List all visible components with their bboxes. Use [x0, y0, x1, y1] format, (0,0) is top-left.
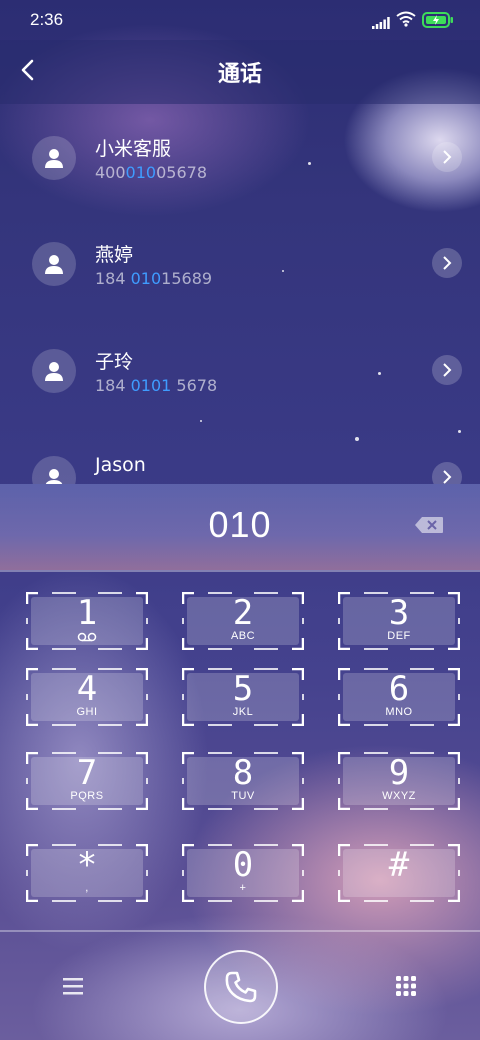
contact-number: 184 0101 5678	[95, 376, 218, 395]
menu-button[interactable]	[58, 974, 88, 998]
key-digit: 6	[388, 669, 410, 709]
chevron-right-icon	[443, 363, 452, 377]
key-5[interactable]: 5 JKL	[182, 668, 304, 726]
key-digit: 8	[232, 753, 254, 793]
key-0[interactable]: 0 +	[182, 844, 304, 902]
contact-number: 184 01015689	[95, 269, 213, 288]
contact-detail-button[interactable]	[432, 355, 462, 385]
dialpad-icon	[396, 976, 416, 996]
page-title: 通话	[217, 62, 262, 87]
contact-name: 小米客服	[95, 138, 172, 160]
key-letters: ,	[85, 882, 89, 894]
chevron-right-icon	[443, 256, 452, 270]
key-digit: 2	[232, 593, 254, 633]
backspace-icon	[415, 517, 443, 533]
key-6[interactable]: 6 MNO	[338, 668, 460, 726]
status-bar: 2:36	[0, 0, 480, 40]
key-1[interactable]: 1	[26, 592, 148, 650]
delete-button[interactable]	[414, 516, 444, 538]
contact-name: 子玲	[95, 351, 134, 373]
contact-row[interactable]: 小米客服 40001005678	[0, 104, 480, 210]
contact-detail-button[interactable]	[432, 462, 462, 484]
contact-detail-button[interactable]	[432, 248, 462, 278]
keypad: 1 2 ABC 3 DEF 4 GHI 5 JKL 6 MNO 7 PQRS 8 TUV 9 WXYZ *, 0 + #	[0, 576, 480, 926]
phone-icon	[225, 971, 257, 1003]
key-letters: WXYZ	[382, 790, 416, 802]
key-hash[interactable]: #	[338, 844, 460, 902]
key-letters: +	[239, 882, 247, 894]
person-icon	[32, 349, 76, 393]
contact-name: Jason	[95, 454, 146, 476]
bottom-bar	[0, 936, 480, 1040]
key-digit: #	[388, 845, 410, 885]
key-digit: 0	[232, 845, 254, 885]
chevron-right-icon	[443, 470, 452, 484]
key-digit: 5	[232, 669, 254, 709]
divider	[0, 570, 480, 572]
key-9[interactable]: 9 WXYZ	[338, 752, 460, 810]
key-digit: 4	[76, 669, 98, 709]
call-button[interactable]	[204, 950, 278, 1024]
contact-row[interactable]: 子玲 184 0101 5678	[0, 317, 480, 423]
person-icon	[32, 242, 76, 286]
key-letters: GHI	[76, 706, 98, 718]
person-icon	[32, 456, 76, 484]
status-time: 2:36	[30, 10, 64, 29]
chevron-right-icon	[443, 150, 452, 164]
voicemail-icon	[77, 632, 97, 642]
key-letters: JKL	[232, 706, 254, 718]
dial-display: 010	[0, 484, 480, 570]
contact-number: 40001005678	[95, 163, 207, 182]
wifi-icon	[396, 11, 416, 31]
key-3[interactable]: 3 DEF	[338, 592, 460, 650]
key-star[interactable]: *,	[26, 844, 148, 902]
key-letters: TUV	[231, 790, 255, 802]
contact-name: 燕婷	[95, 244, 134, 266]
key-letters: MNO	[385, 706, 413, 718]
contact-row[interactable]: Jason	[0, 424, 480, 484]
key-letters: PQRS	[70, 790, 104, 802]
key-letters: DEF	[387, 630, 411, 642]
title-bar: 通话	[0, 40, 480, 104]
signal-icon	[372, 14, 390, 33]
key-digit: 7	[76, 753, 98, 793]
battery-icon	[422, 12, 454, 32]
key-digit: 3	[388, 593, 410, 633]
contact-list: 小米客服 40001005678 燕婷 184 01015689 子玲 184 …	[0, 104, 480, 484]
key-7[interactable]: 7 PQRS	[26, 752, 148, 810]
key-digit: 1	[76, 593, 98, 633]
key-4[interactable]: 4 GHI	[26, 668, 148, 726]
key-2[interactable]: 2 ABC	[182, 592, 304, 650]
dialed-number: 010	[208, 504, 272, 545]
person-icon	[32, 136, 76, 180]
divider	[0, 930, 480, 932]
dialpad-toggle-button[interactable]	[394, 974, 418, 998]
key-digit: 9	[388, 753, 410, 793]
menu-icon	[63, 978, 83, 995]
contact-detail-button[interactable]	[432, 142, 462, 172]
contact-row[interactable]: 燕婷 184 01015689	[0, 210, 480, 316]
key-letters: ABC	[230, 630, 256, 642]
key-digit: *	[76, 845, 98, 885]
key-8[interactable]: 8 TUV	[182, 752, 304, 810]
